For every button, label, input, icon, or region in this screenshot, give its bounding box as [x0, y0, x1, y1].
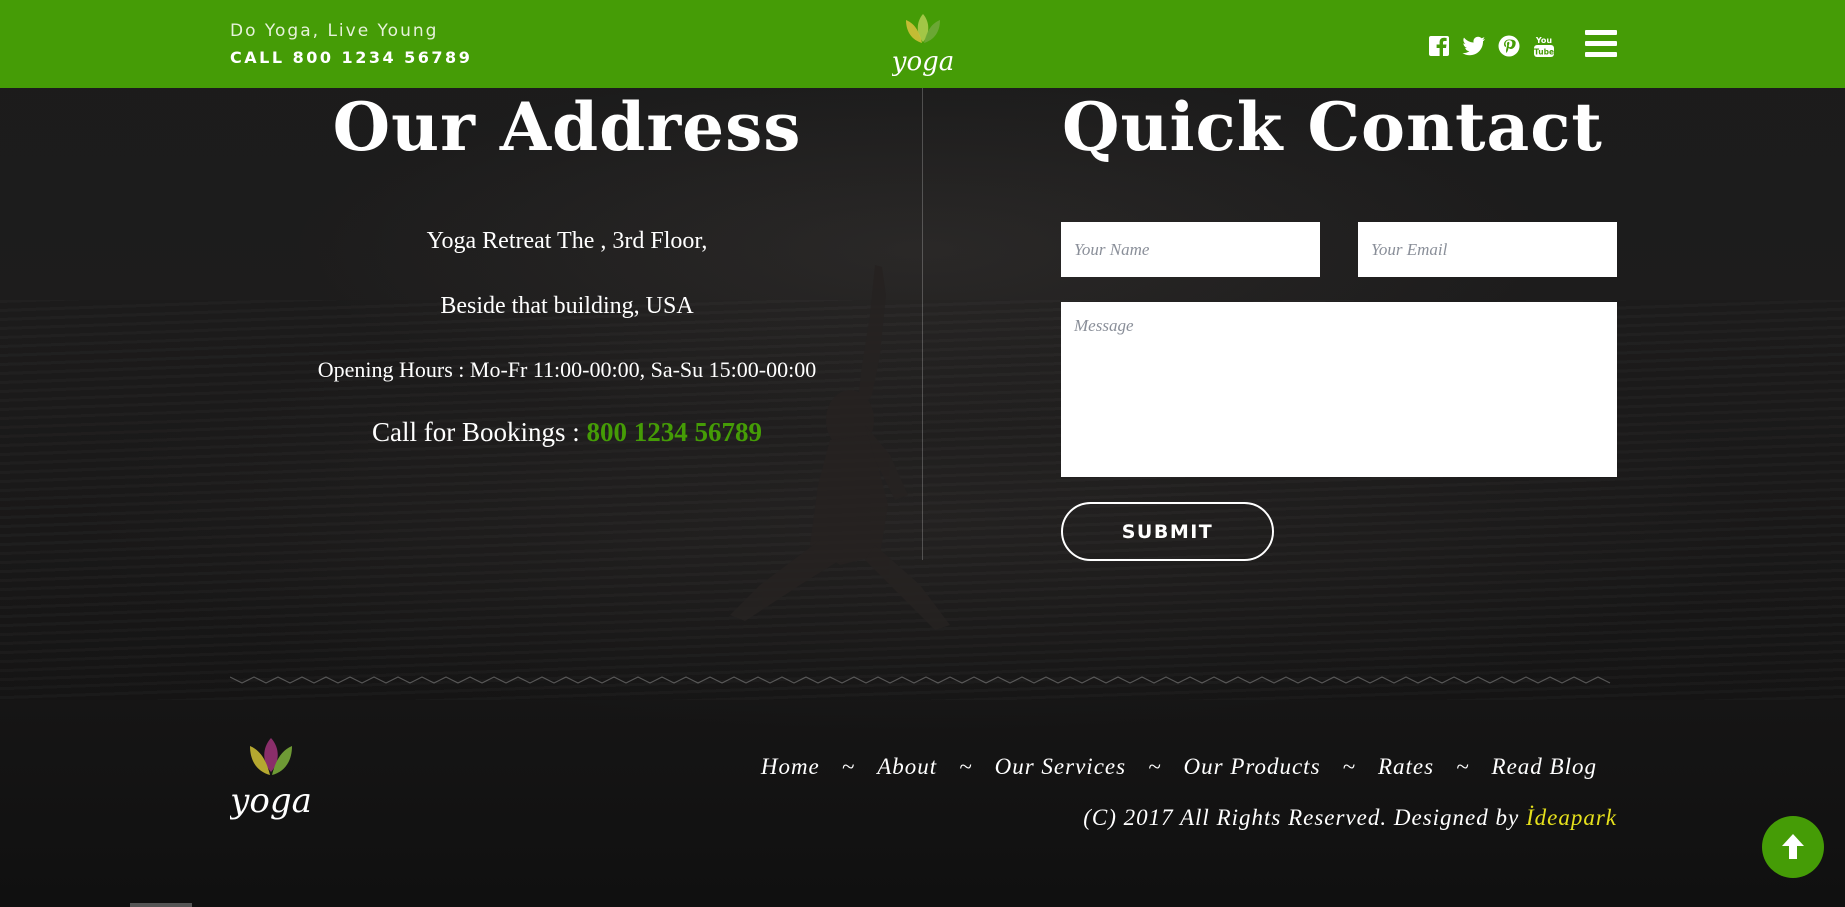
arrow-up-icon: [1782, 834, 1804, 859]
contact-title: Quick Contact: [1062, 88, 1603, 166]
header-tagline: Do Yoga, Live Young: [230, 21, 439, 41]
message-textarea[interactable]: [1061, 302, 1617, 477]
booking-phone-link[interactable]: 800 1234 56789: [587, 417, 763, 447]
nav-separator: ~: [1342, 754, 1356, 779]
booking-line: Call for Bookings : 800 1234 56789: [267, 417, 867, 448]
header-call-number[interactable]: CALL 800 1234 56789: [230, 48, 472, 67]
svg-text:You: You: [1535, 36, 1553, 45]
footer-nav-read-blog[interactable]: Read Blog: [1492, 754, 1597, 779]
footer-nav-our-services[interactable]: Our Services: [995, 754, 1126, 779]
svg-text:Tube: Tube: [1534, 48, 1554, 57]
facebook-icon[interactable]: [1427, 34, 1451, 58]
footer-nav-our-products[interactable]: Our Products: [1184, 754, 1321, 779]
scroll-to-top-button[interactable]: [1762, 816, 1824, 878]
email-input[interactable]: [1358, 222, 1617, 277]
address-line-1: Yoga Retreat The , 3rd Floor,: [426, 228, 708, 254]
footer-nav-home[interactable]: Home: [761, 754, 820, 779]
top-header-bar: Do Yoga, Live Young CALL 800 1234 56789 …: [0, 0, 1845, 88]
horizontal-scrollbar-thumb[interactable]: [130, 903, 192, 907]
footer-logo-text: yoga: [230, 781, 312, 821]
nav-separator: ~: [841, 754, 856, 779]
footer-nav: Home ~ About ~ Our Services ~ Our Products ~ Rat…: [761, 754, 1597, 780]
footer-nav-about[interactable]: About: [877, 754, 937, 779]
opening-hours: Opening Hours : Mo-Fr 11:00-00:00, Sa-Su…: [317, 357, 817, 382]
wave-separator: [230, 676, 1611, 684]
header-logo-text: yoga: [892, 47, 954, 77]
footer-nav-rates[interactable]: Rates: [1378, 754, 1434, 779]
twitter-icon[interactable]: [1462, 34, 1486, 58]
booking-label: Call for Bookings :: [372, 417, 587, 447]
designer-link[interactable]: İdeapark: [1526, 805, 1617, 830]
lotus-logo-icon: [906, 14, 940, 43]
header-logo[interactable]: yoga: [892, 8, 954, 80]
pinterest-icon[interactable]: [1497, 34, 1521, 58]
copyright-text: (C) 2017 All Rights Reserved. Designed b…: [1083, 805, 1617, 831]
nav-separator: ~: [1148, 754, 1162, 779]
nav-separator: ~: [959, 754, 973, 779]
nav-separator: ~: [1456, 754, 1470, 779]
name-input[interactable]: [1061, 222, 1320, 277]
lotus-logo-icon: [250, 738, 292, 775]
footer-logo[interactable]: yoga: [230, 732, 312, 826]
hamburger-menu-icon[interactable]: [1585, 30, 1617, 58]
youtube-icon[interactable]: You Tube: [1532, 34, 1556, 58]
submit-button[interactable]: SUBMIT: [1061, 502, 1274, 561]
copyright-label: (C) 2017 All Rights Reserved. Designed b…: [1083, 805, 1526, 830]
address-title: Our Address: [332, 88, 802, 166]
section-divider: [922, 88, 923, 560]
address-line-2: Beside that building, USA: [440, 293, 694, 319]
